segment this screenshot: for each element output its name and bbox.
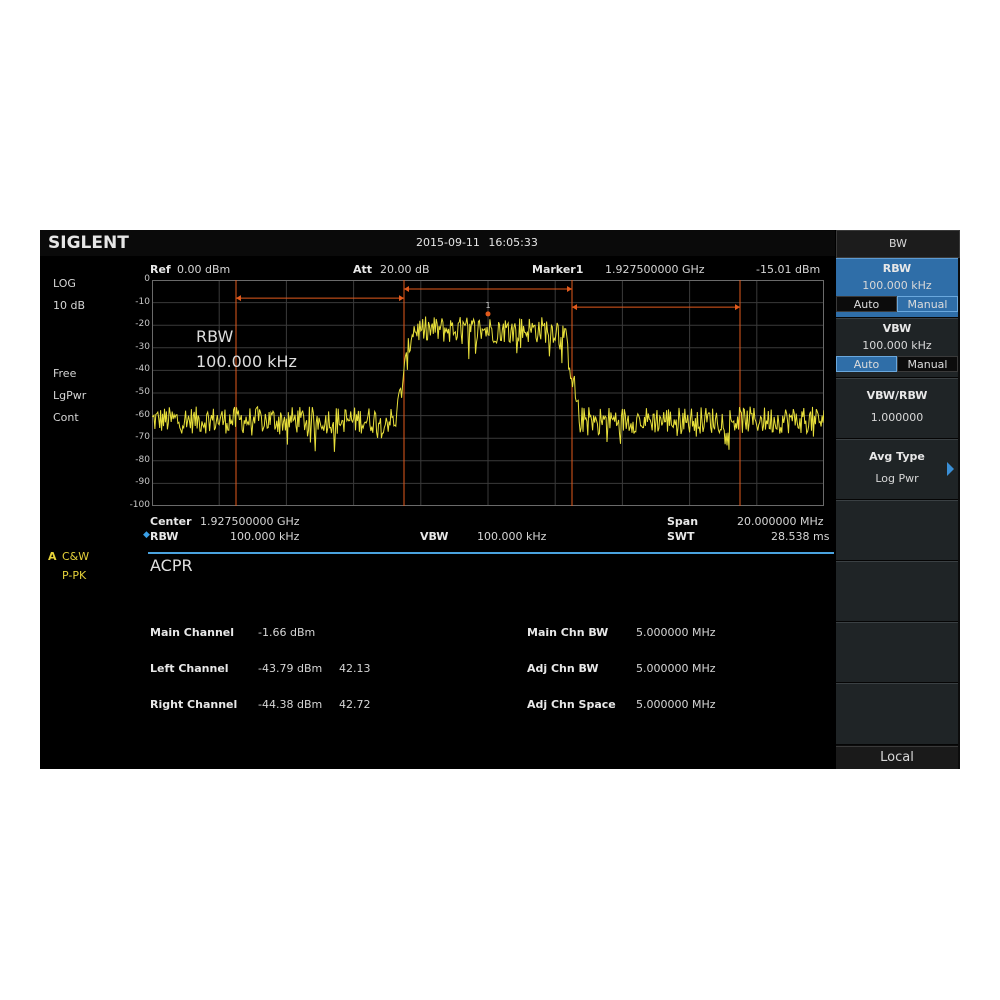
rbw-manual-option[interactable]: Manual	[897, 296, 958, 312]
empty-softkey[interactable]	[836, 622, 958, 683]
acpr-setting-value: 5.000000 MHz	[636, 626, 716, 639]
acpr-setting-label: Adj Chn Space	[527, 698, 616, 711]
vbw-softkey[interactable]: VBW 100.000 kHz Auto Manual	[836, 318, 958, 378]
marker-point	[485, 311, 491, 317]
span-value: 20.000000 MHz	[737, 515, 824, 528]
y-tick-label: -20	[135, 319, 150, 330]
analyzer-screen: SIGLENT 2015-09-11 16:05:33 LOG 10 dB Fr…	[40, 230, 960, 769]
siglent-logo: SIGLENT	[48, 233, 129, 253]
y-tick-label: -90	[135, 477, 150, 488]
acpr-setting-label: Adj Chn BW	[527, 662, 599, 675]
trace-mode: C&W	[62, 550, 90, 563]
datetime: 2015-09-11 16:05:33	[416, 236, 538, 249]
channel-arrow-icon	[236, 295, 241, 302]
empty-softkey[interactable]	[836, 500, 958, 561]
empty-softkey[interactable]	[836, 683, 958, 745]
sweep-mode: Cont	[53, 411, 79, 424]
avg-type-softkey-label: Avg Type	[869, 450, 925, 463]
overlay-rbw-label: RBW	[196, 327, 234, 346]
rbw-softkey-value: 100.000 kHz	[862, 279, 932, 292]
marker-level: -15.01 dBm	[756, 263, 821, 276]
y-tick-label: -50	[135, 387, 150, 397]
softkey-menu: BW RBW 100.000 kHz Auto Manual VBW 100.0…	[836, 230, 960, 769]
average-type: LgPwr	[53, 389, 87, 402]
y-tick-label: -40	[135, 364, 150, 375]
y-tick-label: -80	[135, 454, 150, 465]
channel-arrow-icon	[572, 304, 577, 311]
divider	[148, 552, 834, 554]
acpr-row-label: Left Channel	[150, 662, 229, 675]
y-tick-label: -10	[135, 296, 150, 307]
vbw-auto-option[interactable]: Auto	[836, 356, 897, 372]
vbw-rbw-softkey-value: 1.000000	[870, 411, 924, 424]
rbw-label: RBW	[150, 530, 179, 543]
marker-label: Marker1	[532, 263, 584, 276]
acpr-setting-label: Main Chn BW	[527, 626, 609, 639]
y-tick-label: -30	[135, 341, 150, 352]
channel-arrow-icon	[735, 304, 740, 311]
acpr-row-extra: 42.72	[339, 698, 371, 711]
overlay-rbw-value: 100.000 kHz	[196, 352, 297, 371]
submenu-arrow-icon	[947, 462, 954, 476]
acpr-row-label: Main Channel	[150, 626, 235, 639]
trace-id: A	[48, 550, 57, 563]
acpr-title: ACPR	[150, 556, 193, 575]
y-tick-label: 0	[144, 274, 150, 284]
swt-value: 28.538 ms	[771, 530, 830, 543]
channel-arrow-icon	[404, 286, 409, 293]
avg-type-softkey[interactable]: Avg Type Log Pwr	[836, 439, 958, 500]
att-value: 20.00 dB	[380, 263, 430, 276]
att-label: Att	[353, 263, 373, 276]
rbw-softkey[interactable]: RBW 100.000 kHz Auto Manual	[836, 258, 958, 318]
scale-type: LOG	[53, 277, 76, 290]
vbw-label: VBW	[420, 530, 449, 543]
rbw-bullet-icon: ◆	[143, 530, 150, 540]
scale-div: 10 dB	[53, 299, 86, 312]
avg-type-softkey-value: Log Pwr	[875, 472, 919, 485]
empty-softkey[interactable]	[836, 561, 958, 622]
acpr-setting-value: 5.000000 MHz	[636, 662, 716, 675]
channel-arrow-icon	[567, 286, 572, 293]
menu-title: BW	[836, 230, 960, 258]
vbw-softkey-label: VBW	[882, 322, 912, 335]
rbw-softkey-label: RBW	[882, 262, 912, 275]
acpr-setting-value: 5.000000 MHz	[636, 698, 716, 711]
trigger-mode: Free	[53, 367, 77, 380]
y-tick-label: -70	[135, 432, 150, 443]
acpr-row-value: -43.79 dBm	[258, 662, 323, 675]
acpr-row-value: -1.66 dBm	[258, 626, 316, 639]
acpr-row-value: -44.38 dBm	[258, 698, 323, 711]
marker-label: 1	[485, 301, 490, 310]
center-value: 1.927500000 GHz	[200, 515, 300, 528]
vbw-rbw-softkey[interactable]: VBW/RBW 1.000000	[836, 378, 958, 439]
center-label: Center	[150, 515, 192, 528]
detector-mode: P-PK	[62, 569, 87, 582]
acpr-row-extra: 42.13	[339, 662, 371, 675]
ref-value: 0.00 dBm	[177, 263, 231, 276]
spectrum-plot[interactable]: 1	[152, 280, 824, 506]
local-button[interactable]: Local	[836, 746, 958, 769]
span-label: Span	[667, 515, 699, 528]
y-tick-label: -100	[129, 500, 150, 510]
vbw-manual-option[interactable]: Manual	[897, 356, 958, 372]
rbw-value: 100.000 kHz	[230, 530, 300, 543]
rbw-auto-option[interactable]: Auto	[836, 296, 897, 312]
ref-label: Ref	[150, 263, 171, 276]
channel-arrow-icon	[399, 295, 404, 302]
vbw-softkey-value: 100.000 kHz	[862, 339, 932, 352]
acpr-row-label: Right Channel	[150, 698, 238, 711]
marker-freq: 1.927500000 GHz	[605, 263, 705, 276]
vbw-value: 100.000 kHz	[477, 530, 547, 543]
title-bar: SIGLENT 2015-09-11 16:05:33	[40, 230, 835, 256]
vbw-rbw-softkey-label: VBW/RBW	[866, 389, 928, 402]
y-tick-label: -60	[135, 409, 150, 420]
swt-label: SWT	[667, 530, 695, 543]
